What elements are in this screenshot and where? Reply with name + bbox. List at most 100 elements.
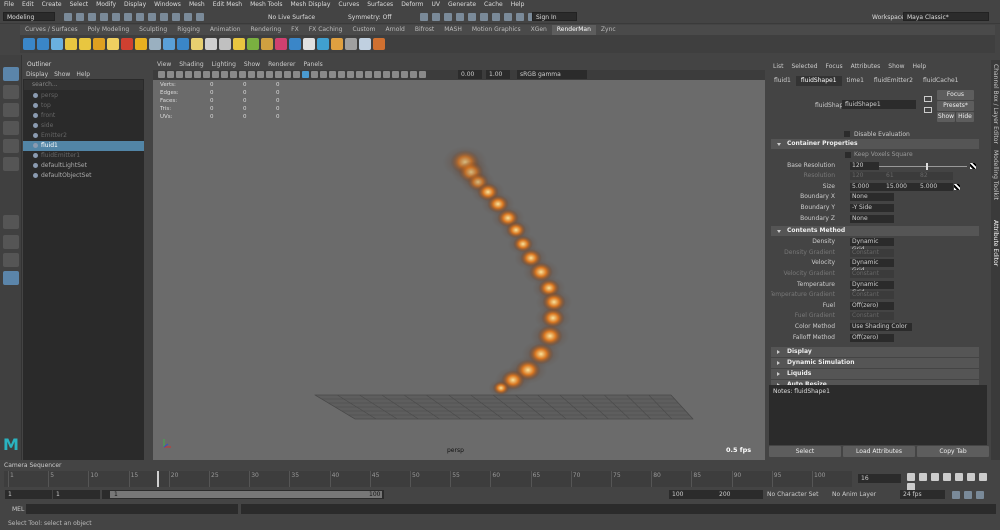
select-object-icon[interactable] [136,13,144,21]
contents-dropdown[interactable]: Dynamic Grid [850,280,894,296]
playback-start-field[interactable]: 1 [53,490,100,499]
contents-dropdown[interactable]: Use Shading Color [850,322,912,331]
viewport-tool-icon[interactable] [284,71,291,78]
tool-icon[interactable] [345,38,357,50]
select-hierarchy-icon[interactable] [124,13,132,21]
contents-dropdown[interactable]: Constant [850,248,894,257]
snap-view-icon[interactable] [196,13,204,21]
viewport-tool-icon[interactable] [194,71,201,78]
anim-prefs-icon[interactable] [964,491,972,499]
contents-dropdown[interactable]: Dynamic Grid [850,259,894,274]
viewport-menu-lighting[interactable]: Lighting [212,60,236,70]
viewport-tool-icon[interactable] [383,71,390,78]
attribute-editor-tab[interactable]: Attribute Editor [992,220,999,266]
render-frame-icon[interactable] [420,13,428,21]
goto-output-icon[interactable] [924,107,932,113]
section-container-properties[interactable]: Container Properties [771,139,979,149]
save-scene-icon[interactable] [88,13,96,21]
sun-icon[interactable] [107,38,119,50]
menu-mesh-tools[interactable]: Mesh Tools [250,0,282,10]
outliner-item[interactable]: persp [23,91,144,101]
slider-handle[interactable] [926,162,928,170]
menu-surfaces[interactable]: Surfaces [367,0,393,10]
viewport-tool-icon[interactable] [221,71,228,78]
undo-icon[interactable] [100,13,108,21]
scale-tool-icon[interactable] [3,157,19,171]
menu-create[interactable]: Create [42,0,62,10]
outliner-item[interactable]: side [23,121,144,131]
viewport-menu-panels[interactable]: Panels [303,60,322,70]
viewport-tool-icon[interactable] [275,71,282,78]
time-slider[interactable]: 1 5 10 15 20 25 30 35 40 45 50 55 60 65 70 75 80 85 90 95 10… [4,471,852,487]
viewport-tool-icon[interactable] [356,71,363,78]
outliner-item[interactable]: Emitter2 [23,131,144,141]
viewport-tool-icon[interactable] [329,71,336,78]
resolution-x-field[interactable]: 120 [850,172,885,181]
menu-curves[interactable]: Curves [338,0,359,10]
outliner-layout-icon[interactable] [3,271,19,285]
character-set-dropdown[interactable]: No Character Set [767,491,818,498]
menu-display[interactable]: Display [124,0,146,10]
show-button[interactable]: Show [937,112,955,122]
material-icon[interactable] [219,38,231,50]
ae-menu-list[interactable]: List [773,63,784,70]
shelf-tab-sculpting[interactable]: Sculpting [134,25,172,35]
volume-icon[interactable] [289,38,301,50]
outliner-item[interactable]: defaultLightSet [23,161,144,171]
shelf-tab-renderman[interactable]: RenderMan [551,25,596,35]
size-x-field[interactable]: 5.000 [850,182,885,191]
current-frame-field[interactable]: 16 [858,474,901,483]
select-component-icon[interactable] [148,13,156,21]
render-view-icon[interactable] [468,13,476,21]
ipr-render-icon[interactable] [432,13,440,21]
menu-mesh[interactable]: Mesh [189,0,205,10]
ae-tab-fluidemitter2[interactable]: fluidEmitter2 [869,76,918,86]
menu-generate[interactable]: Generate [448,0,476,10]
color-space-dropdown[interactable]: sRGB gamma [517,70,587,79]
play-backward-icon[interactable] [943,473,951,481]
step-back-frame-icon[interactable] [931,473,939,481]
contents-dropdown[interactable]: Constant [850,312,894,321]
light-editor-icon[interactable] [480,13,488,21]
step-back-key-icon[interactable] [919,473,927,481]
viewport-tool-icon[interactable] [293,71,300,78]
render-icon[interactable] [23,38,35,50]
exposure-field[interactable]: 0.00 [458,70,482,79]
viewport-tool-icon[interactable] [419,71,426,78]
step-forward-frame-icon[interactable] [967,473,975,481]
command-line-input[interactable] [26,504,238,514]
single-view-icon[interactable] [3,215,19,229]
menu-deform[interactable]: Deform [401,0,423,10]
gamma-field[interactable]: 1.00 [486,70,510,79]
star-icon[interactable] [121,38,133,50]
menu-help[interactable]: Help [511,0,525,10]
range-slider[interactable]: 1 100 [102,490,384,499]
section-contents-method[interactable]: Contents Method [771,226,979,237]
ae-tab-time1[interactable]: time1 [842,76,869,86]
outliner-menu-display[interactable]: Display [26,70,48,79]
bulb-icon[interactable] [191,38,203,50]
shelf-tab-poly-modeling[interactable]: Poly Modeling [83,25,135,35]
size-y-field[interactable]: 15.000 [884,182,919,191]
menu-mesh-display[interactable]: Mesh Display [291,0,331,10]
outliner-item[interactable]: top [23,101,144,111]
fx-icon[interactable] [331,38,343,50]
redo-icon[interactable] [112,13,120,21]
viewport-tool-icon[interactable] [311,71,318,78]
rotate-tool-icon[interactable] [3,139,19,153]
live-surface-label[interactable]: No Live Surface [268,14,315,21]
contents-dropdown[interactable]: Dynamic Grid [850,238,894,253]
contents-dropdown[interactable]: Off(zero) [850,301,894,310]
start-frame-field[interactable]: 1 [5,490,52,499]
shader-icon[interactable] [205,38,217,50]
boundary-dropdown[interactable]: -Y Side [850,203,894,212]
auto-key-icon[interactable] [952,491,960,499]
ae-tab-fluidshape1[interactable]: fluidShape1 [795,76,842,86]
fps-dropdown[interactable]: 24 fps [900,490,945,499]
texture-icon[interactable] [233,38,245,50]
viewport-tool-icon[interactable] [167,71,174,78]
toggle-icon[interactable] [516,13,524,21]
snap-curve-icon[interactable] [172,13,180,21]
viewport-tool-icon[interactable] [401,71,408,78]
menu-file[interactable]: File [4,0,14,10]
